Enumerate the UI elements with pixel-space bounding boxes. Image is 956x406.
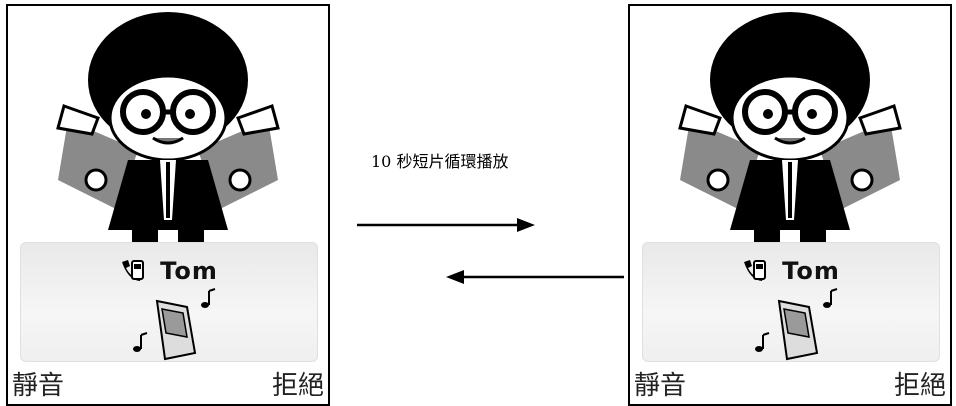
mute-softkey[interactable]: 靜音	[634, 365, 686, 402]
music-note-icon	[755, 332, 770, 352]
ringing-phone-icon	[133, 288, 216, 361]
caller-name: Tom	[782, 257, 840, 285]
handset-icon	[122, 260, 145, 281]
caller-name: Tom	[160, 257, 218, 285]
music-note-icon	[201, 288, 216, 308]
handset-icon	[744, 260, 767, 281]
cartoon-avatar	[56, 12, 280, 258]
loop-caption: 10 秒短片循環播放	[371, 152, 509, 171]
incoming-call-card: Tom	[642, 242, 940, 362]
caller-row: Tom	[643, 257, 939, 285]
reject-softkey[interactable]: 拒絕	[894, 365, 946, 402]
caller-row: Tom	[21, 257, 317, 285]
incoming-call-card: Tom	[20, 242, 318, 362]
arrow-right-icon	[357, 218, 535, 232]
music-note-icon	[823, 288, 838, 308]
phone-screen-right: Tom 靜音 拒絕	[628, 4, 952, 406]
mute-softkey[interactable]: 靜音	[12, 365, 64, 402]
phone-screen-left: Tom 靜音 拒絕	[6, 4, 330, 406]
cartoon-avatar	[678, 12, 902, 258]
ringing-phone-icon	[755, 288, 838, 361]
reject-softkey[interactable]: 拒絕	[272, 365, 324, 402]
arrow-left-icon	[446, 270, 624, 284]
music-note-icon	[133, 332, 148, 352]
